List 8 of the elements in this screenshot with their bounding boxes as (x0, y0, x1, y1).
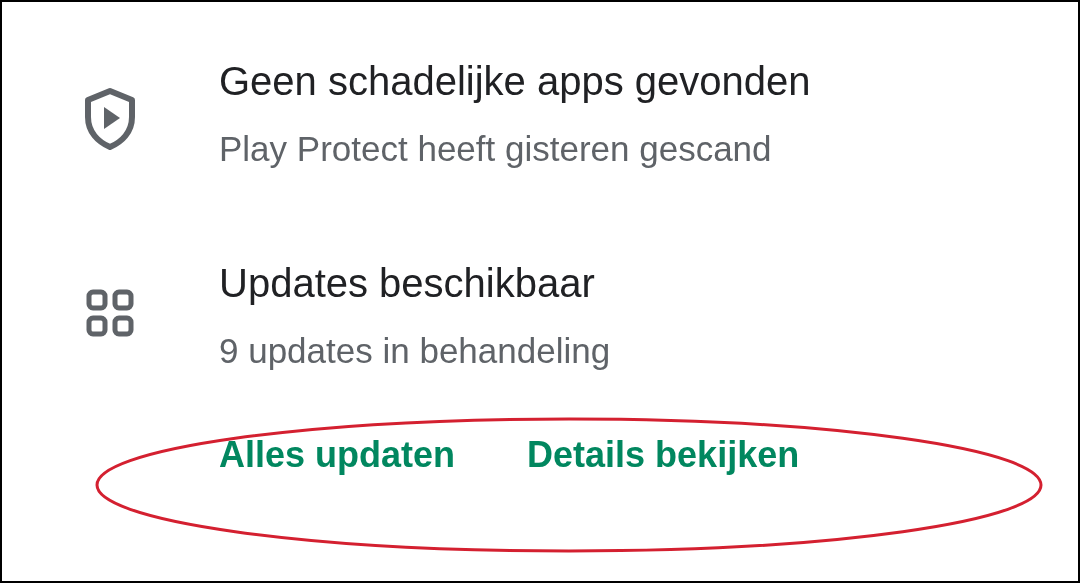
item-title: Updates beschikbaar (219, 260, 596, 307)
action-link[interactable]: Details bekijken (527, 433, 800, 477)
item-subtitle: Play Protect heeft gisteren gescand (219, 128, 773, 170)
grid-icon (86, 289, 134, 337)
item-title: Geen schadelijke apps gevonden (219, 58, 811, 105)
item-subtitle: 9 updates in behandeling (219, 330, 611, 372)
shield-icon (82, 87, 138, 151)
action-link[interactable]: Alles updaten (219, 433, 456, 477)
